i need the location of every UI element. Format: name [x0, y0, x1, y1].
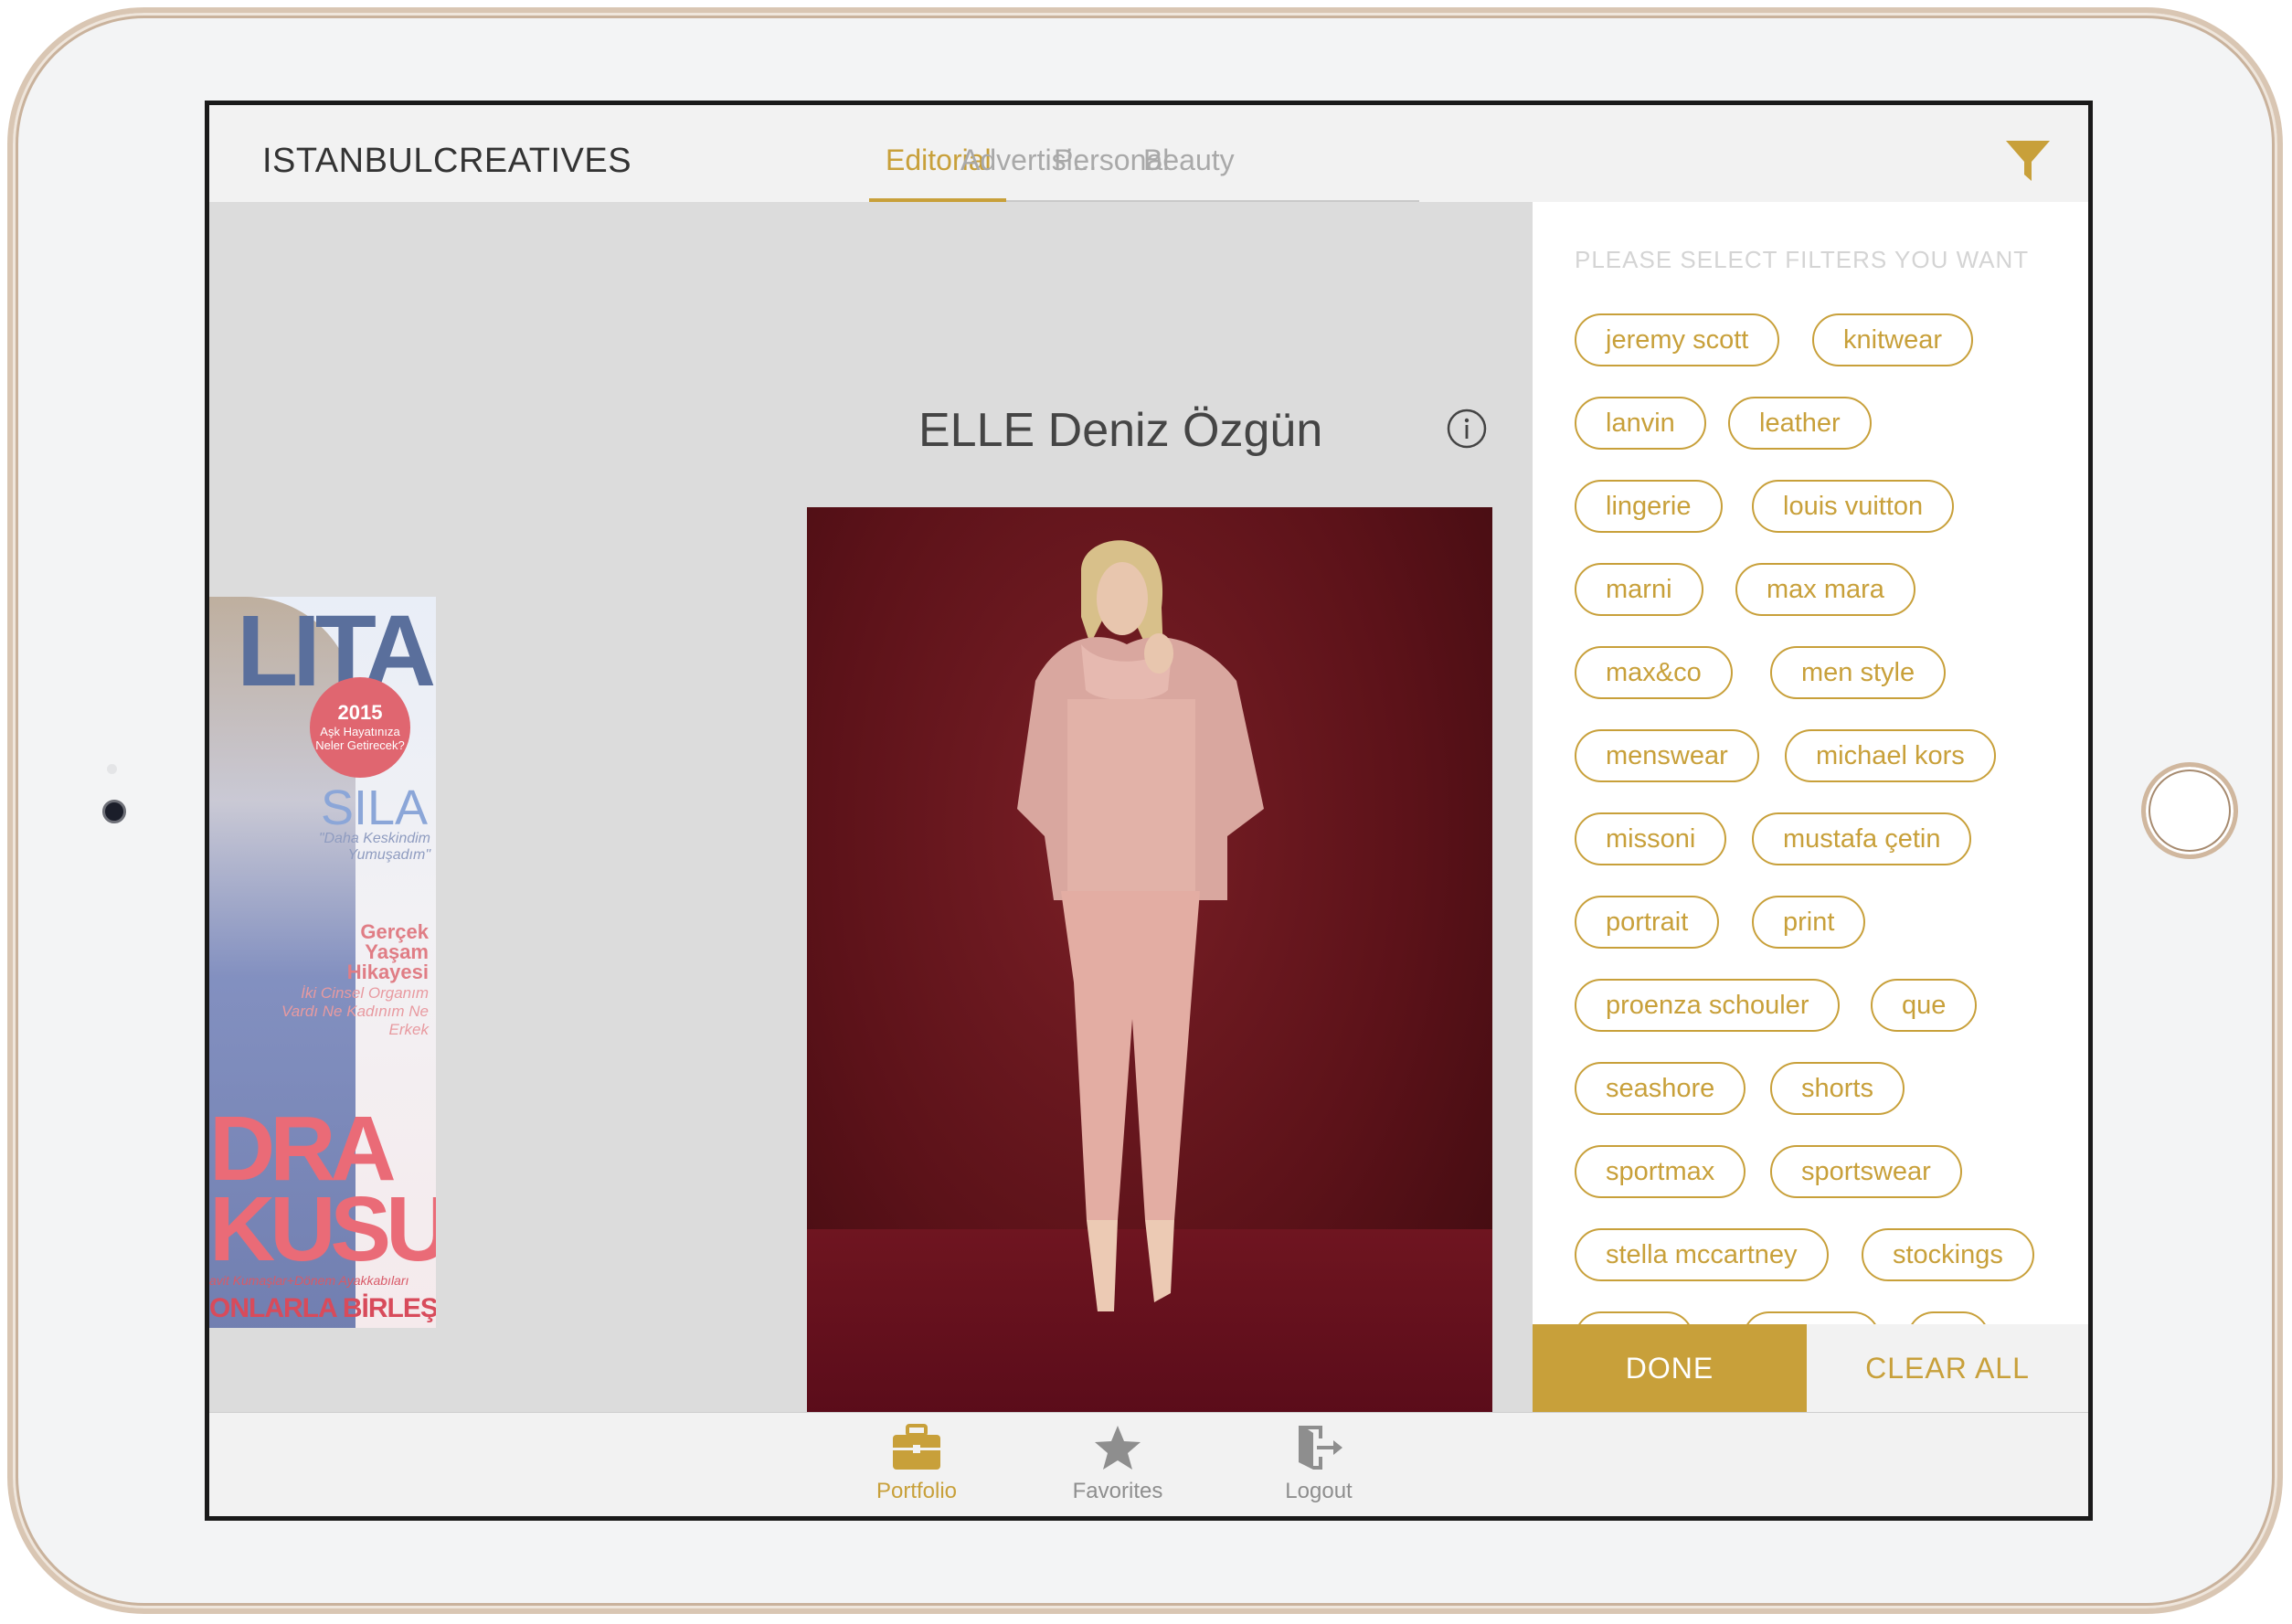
home-button[interactable]: [2141, 762, 2238, 859]
filter-chip-men-style[interactable]: men style: [1770, 646, 1947, 699]
cover-subline: İki Cinsel Organım Vardı Ne Kadınım Ne E…: [281, 984, 429, 1038]
filter-chip-mustafa-cetin[interactable]: mustafa çetin: [1752, 812, 1972, 865]
tabbar-label-favorites: Favorites: [1072, 1479, 1163, 1503]
editorial-photo[interactable]: [807, 507, 1492, 1421]
briefcase-icon: [893, 1424, 940, 1470]
filter-chip-menswear[interactable]: menswear: [1575, 729, 1759, 782]
filter-chip-lingerie[interactable]: lingerie: [1575, 480, 1723, 533]
filter-chip-lanvin[interactable]: lanvin: [1575, 397, 1706, 450]
device-screen: ISTANBULCREATIVES Editorial Advertisi...…: [205, 101, 2093, 1521]
filter-chip-knitwear[interactable]: knitwear: [1812, 313, 1973, 366]
cover-big-text: DRA KUSU: [209, 1098, 436, 1280]
cover-small-text: avit Kumaşlar+Dönem Ayakkabıları: [209, 1273, 409, 1288]
cover-badge-text: Aşk Hayatınıza Neler Getirecek?: [315, 725, 405, 752]
tabbar-label-portfolio: Portfolio: [875, 1479, 958, 1503]
front-camera: [102, 800, 126, 823]
filter-actions: DONE CLEAR ALL: [1533, 1324, 2088, 1412]
cover-headline: Gerçek Yaşam Hikayesi: [346, 920, 429, 983]
portfolio-content: LITAN 2015 Aşk Hayatınıza Neler Getirece…: [209, 202, 1533, 1421]
cover-badge: 2015 Aşk Hayatınıza Neler Getirecek?: [310, 677, 410, 778]
cover-name: SILA: [321, 780, 429, 835]
filter-chip-louis-vuitton[interactable]: louis vuitton: [1752, 480, 1955, 533]
ambient-sensor: [107, 764, 117, 774]
cover-quote: "Daha Keskindim Yumuşadım": [318, 831, 430, 863]
cover-bottom-text: ONLARLA BİRLEŞTİ: [209, 1293, 436, 1323]
cover-badge-year: 2015: [337, 701, 383, 724]
filter-panel: PLEASE SELECT FILTERS YOU WANT jeremy sc…: [1533, 202, 2088, 1412]
filter-chip-seashore[interactable]: seashore: [1575, 1062, 1746, 1115]
filter-chip-sportmax[interactable]: sportmax: [1575, 1145, 1746, 1198]
brand-title: ISTANBULCREATIVES: [262, 142, 632, 180]
star-icon: [1095, 1426, 1141, 1470]
filter-funnel-icon[interactable]: [2004, 138, 2052, 184]
tabbar-label-logout: Logout: [1285, 1479, 1353, 1503]
app-root: ISTANBULCREATIVES Editorial Advertisi...…: [209, 105, 2088, 1516]
filter-chip-stockings[interactable]: stockings: [1862, 1228, 2034, 1281]
filter-chip-leather[interactable]: leather: [1728, 397, 1872, 450]
filter-chip-shorts[interactable]: shorts: [1770, 1062, 1905, 1115]
filter-chip-max-and-co[interactable]: max&co: [1575, 646, 1733, 699]
filter-chip-sportswear[interactable]: sportswear: [1770, 1145, 1962, 1198]
filter-chip-michael-kors[interactable]: michael kors: [1785, 729, 1996, 782]
model-figure: [1017, 540, 1264, 1311]
cover-big-line-1: DRA: [209, 1098, 397, 1200]
clear-all-button[interactable]: CLEAR ALL: [1807, 1324, 2088, 1412]
filter-chip-stella-mccartney[interactable]: stella mccartney: [1575, 1228, 1829, 1281]
top-bar: ISTANBULCREATIVES Editorial Advertisi...…: [209, 105, 2088, 203]
tab-beauty[interactable]: Beauty: [1143, 143, 1235, 177]
tabbar-item-portfolio[interactable]: Portfolio: [844, 1424, 990, 1504]
info-icon[interactable]: [1447, 409, 1487, 449]
category-tabs: Editorial Advertisi... Personal Beauty: [869, 105, 1419, 202]
filter-chip-marni[interactable]: marni: [1575, 563, 1703, 616]
filter-panel-heading: PLEASE SELECT FILTERS YOU WANT: [1575, 246, 2030, 273]
tabbar-item-logout[interactable]: Logout: [1246, 1424, 1392, 1504]
cover-big-line-2: KUSU: [209, 1178, 436, 1280]
logout-icon: [1299, 1426, 1342, 1470]
done-button[interactable]: DONE: [1533, 1324, 1807, 1412]
filter-chip-jeremy-scott[interactable]: jeremy scott: [1575, 313, 1780, 366]
filter-chip-max-mara[interactable]: max mara: [1735, 563, 1915, 616]
item-title: ELLE Deniz Özgün: [918, 404, 1323, 457]
tabbar-item-favorites[interactable]: Favorites: [1045, 1424, 1191, 1504]
filter-chip-que[interactable]: que: [1871, 979, 1978, 1032]
previous-item-magazine-cover[interactable]: LITAN 2015 Aşk Hayatınıza Neler Getirece…: [209, 597, 436, 1328]
filter-chip-print[interactable]: print: [1752, 896, 1866, 949]
filter-chip-proenza-schouler[interactable]: proenza schouler: [1575, 979, 1841, 1032]
filter-chip-portrait[interactable]: portrait: [1575, 896, 1720, 949]
bottom-tab-bar: Portfolio Favorites Logout: [209, 1412, 2088, 1516]
filter-chip-missoni[interactable]: missoni: [1575, 812, 1727, 865]
